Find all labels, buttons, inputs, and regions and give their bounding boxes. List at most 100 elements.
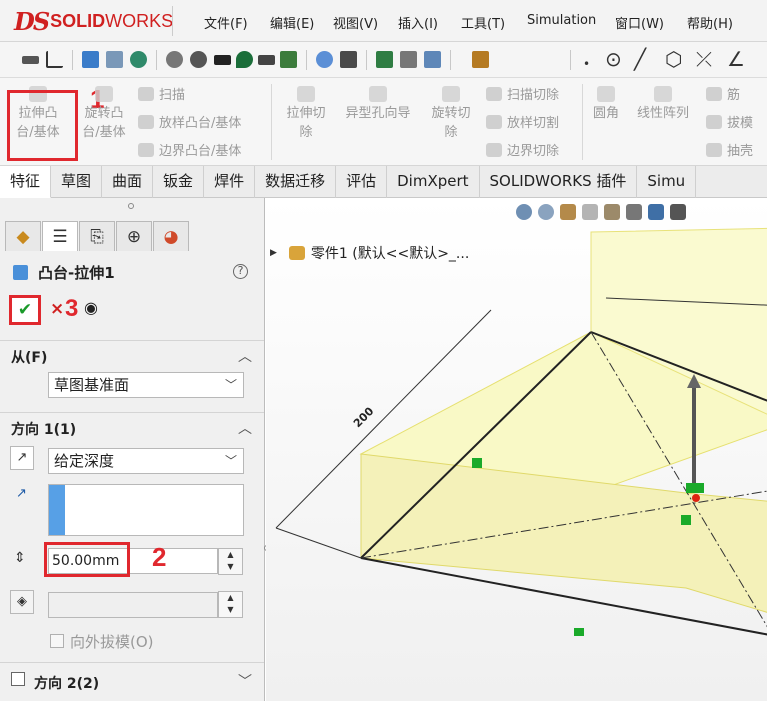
cancel-button[interactable]: × [50,299,64,319]
waveform-icon[interactable] [258,55,275,65]
funnel-icon[interactable] [214,55,231,65]
chevron-down-icon[interactable]: ﹀ [238,671,252,691]
settings-icon[interactable] [190,51,207,68]
notes-icon[interactable] [472,51,489,68]
draft-icon [706,114,722,129]
toolbar-separator [72,50,73,70]
dimension-label: 200 [351,404,377,430]
tab-sketch[interactable]: 草图 [51,166,103,198]
draft-button[interactable]: 拔模 [706,112,753,131]
print-icon[interactable] [400,51,417,68]
fillet-label: 圆角 [592,106,619,121]
line-tool-icon[interactable]: ╱ [634,47,646,71]
tab-weldments[interactable]: 焊件 [204,166,256,198]
linear-pattern-button[interactable]: 线性阵列 [630,86,696,123]
display-manager-tab-icon[interactable]: ◕ [153,221,189,251]
menu-simulation[interactable]: Simulation [527,13,596,28]
menu-file[interactable]: 文件(F) [204,13,248,32]
from-section-header[interactable]: 从(F) ︿ [0,340,264,368]
draft-angle-spinner[interactable]: ▲ ▼ [218,591,243,618]
rib-icon [706,86,722,101]
direction2-checkbox[interactable] [11,672,25,686]
component-icon[interactable] [280,51,297,68]
ok-button[interactable]: ✔ [9,295,41,325]
tab-data-migration[interactable]: 数据迁移 [255,166,337,198]
revolve-boss-button[interactable]: 旋转凸 台/基体 [78,86,130,142]
revolve-cut-button[interactable]: 旋转切 除 [425,86,477,142]
direction-selection-box[interactable] [48,484,244,536]
globe-icon[interactable] [130,51,147,68]
axis-icon[interactable] [46,51,63,68]
document-icon[interactable] [424,51,441,68]
gear-icon[interactable] [166,51,183,68]
linear-pattern-icon [654,86,672,102]
angle-tool-icon[interactable]: ∠ [727,47,745,71]
spin-down-icon[interactable]: ▼ [219,561,242,573]
boundary-boss-button[interactable]: 边界凸台/基体 [138,140,241,159]
polygon-tool-icon[interactable]: ⬡ [665,47,682,71]
zoom-icon[interactable] [316,51,333,68]
location-pin-icon[interactable] [236,51,253,68]
feature-manager-tab-icon[interactable]: ◆ [5,221,41,251]
network-icon[interactable] [106,51,123,68]
trim-tool-icon[interactable]: ⤫ [696,47,712,71]
direction2-section-header[interactable]: 方向 2(2) ﹀ [0,662,264,701]
rib-button[interactable]: 筋 [706,84,740,103]
from-select[interactable]: 草图基准面 ﹀ [48,372,244,398]
menu-view[interactable]: 视图(V) [333,13,378,32]
sweep-cut-icon [486,86,502,101]
monitor-icon[interactable] [82,51,99,68]
binoculars-icon[interactable] [340,51,357,68]
sweep-button[interactable]: 扫描 [138,84,185,103]
depth-spinner[interactable]: ▲ ▼ [218,548,243,575]
end-condition-select[interactable]: 给定深度 ﹀ [48,448,244,474]
property-manager-tab-icon[interactable]: ☰ [42,221,78,251]
menu-insert[interactable]: 插入(I) [398,13,438,32]
boundary-cut-button[interactable]: 边界切除 [486,140,559,159]
draft-angle-input[interactable] [48,592,218,618]
loft-button[interactable]: 放样凸台/基体 [138,112,241,131]
tab-surfaces[interactable]: 曲面 [102,166,154,198]
shell-button[interactable]: 抽壳 [706,140,753,159]
reverse-direction-icon[interactable]: ↗ [10,446,34,470]
spreadsheet-icon[interactable] [376,51,393,68]
menu-edit[interactable]: 编辑(E) [270,13,314,32]
fillet-button[interactable]: 圆角 [588,86,624,123]
dimxpert-manager-tab-icon[interactable]: ⊕ [116,221,152,251]
solidworks-logo[interactable]: DS SOLIDWORKS [14,7,173,36]
chevron-up-icon[interactable]: ︿ [238,346,252,366]
tab-simulation[interactable]: Simu [637,166,697,198]
panel-grip[interactable] [128,203,134,209]
loft-cut-button[interactable]: 放样切割 [486,112,559,131]
chevron-up-icon[interactable]: ︿ [238,418,252,438]
graphics-area[interactable]: ▶ 零件1 (默认<<默认>_... 200 [266,198,767,701]
tab-sheet-metal[interactable]: 钣金 [153,166,205,198]
configuration-manager-tab-icon[interactable]: ⎘ [79,221,115,251]
direction1-section-header[interactable]: 方向 1(1) ︿ [0,412,264,440]
tab-addins[interactable]: SOLIDWORKS 插件 [480,166,638,198]
draft-outward-checkbox[interactable] [50,634,64,648]
preview-eye-icon[interactable]: ◉ [84,298,98,317]
point-tool-icon[interactable]: • [583,52,590,76]
sweep-icon [138,86,154,101]
help-icon[interactable]: ? [233,264,248,279]
spin-down-icon[interactable]: ▼ [219,604,242,616]
circle-tool-icon[interactable]: ⊙ [605,47,622,71]
draft-toggle-icon[interactable]: ◈ [10,590,34,614]
hole-wizard-button[interactable]: 异型孔向导 [337,86,419,123]
tab-features[interactable]: 特征 [0,166,52,198]
menu-window[interactable]: 窗口(W) [615,13,664,32]
spin-up-icon[interactable]: ▲ [219,549,242,561]
extrude-front-face [360,453,767,613]
hole-wizard-icon [369,86,387,102]
spin-up-icon[interactable]: ▲ [219,592,242,604]
menu-help[interactable]: 帮助(H) [687,13,733,32]
extrude-feature-icon [13,265,28,280]
menu-tools[interactable]: 工具(T) [461,13,505,32]
sweep-cut-button[interactable]: 扫描切除 [486,84,559,103]
tab-evaluate[interactable]: 评估 [336,166,388,198]
relation-marker [681,515,691,525]
tab-dimxpert[interactable]: DimXpert [387,166,480,198]
key-icon[interactable] [22,56,39,64]
extrude-cut-button[interactable]: 拉伸切 除 [281,86,331,142]
